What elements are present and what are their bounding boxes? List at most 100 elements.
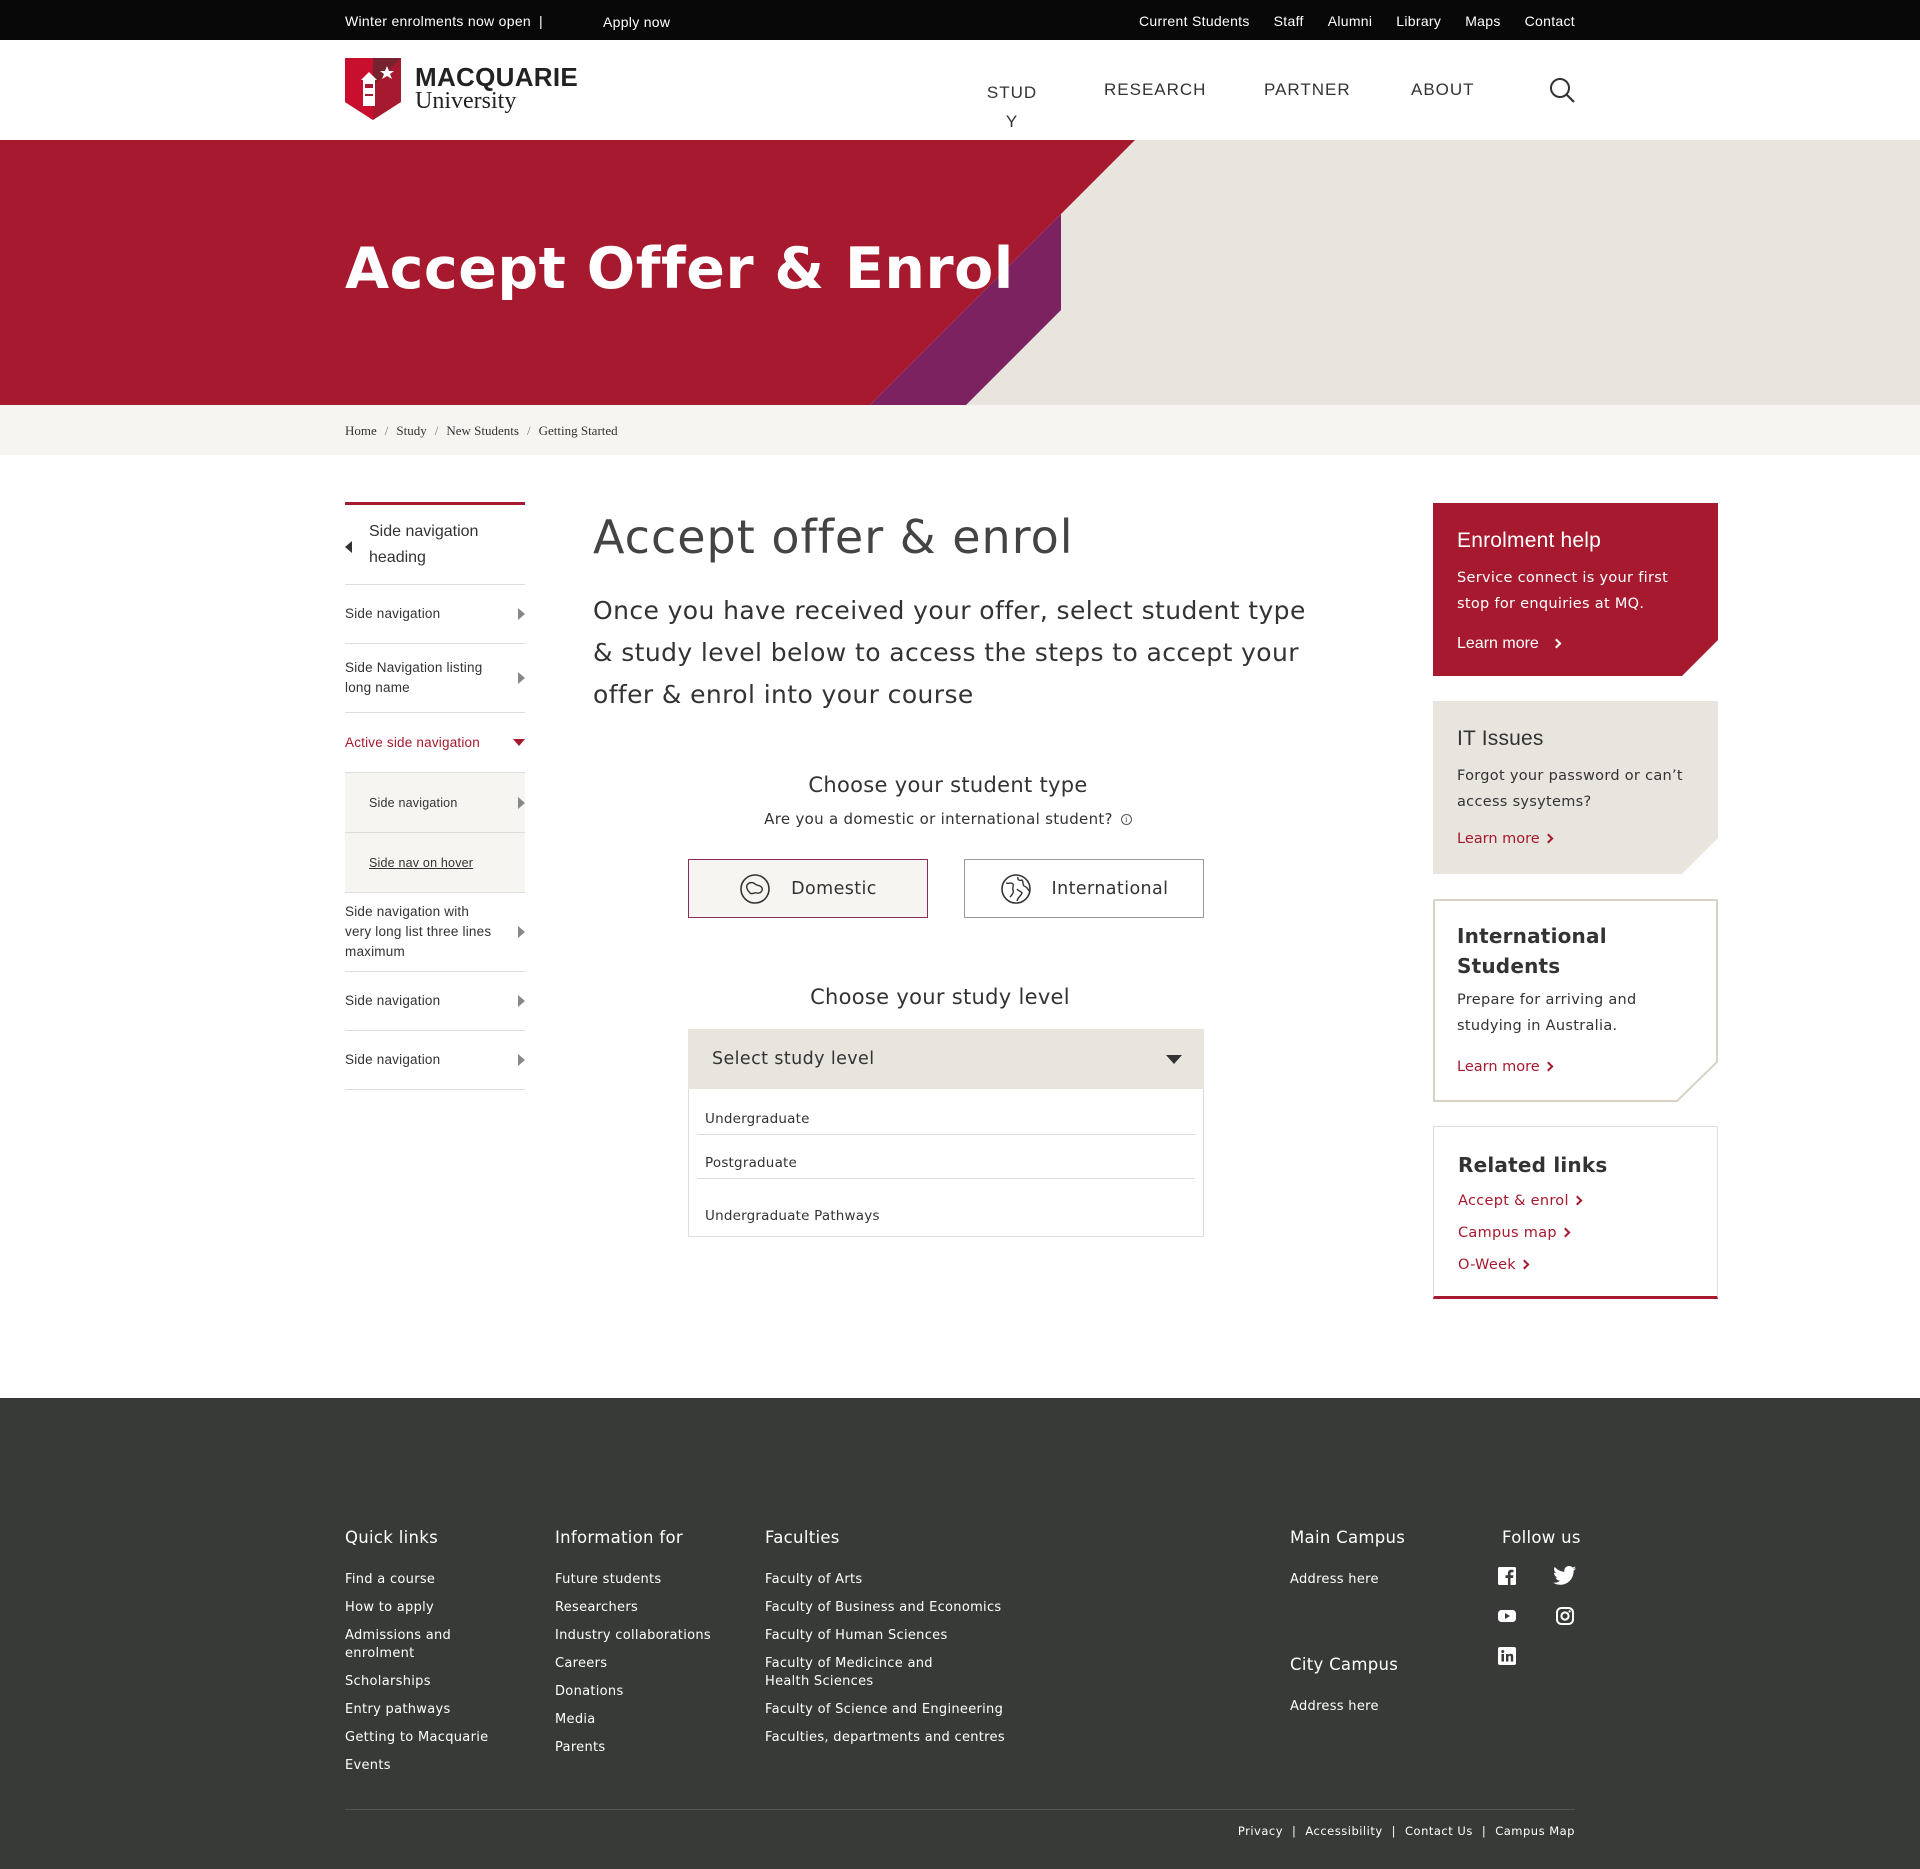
side-nav-item[interactable]: Side navigation with very long list thre… <box>345 893 525 972</box>
breadcrumb-separator: / <box>384 423 389 438</box>
footer-address: Address here <box>1290 1699 1379 1714</box>
option-undergraduate-pathways[interactable]: Undergraduate Pathways <box>697 1208 1195 1224</box>
footer-link[interactable]: Faculties, departments and centres <box>765 1729 1035 1747</box>
footer-link[interactable]: Find a course <box>345 1571 505 1589</box>
footer-link[interactable]: Media <box>555 1711 755 1729</box>
facebook-icon[interactable] <box>1497 1566 1517 1586</box>
related-link-label: Campus map <box>1458 1225 1557 1241</box>
footer-link[interactable]: Faculty of Arts <box>765 1571 1035 1589</box>
footer-follow-us: Follow us <box>1502 1528 1602 1571</box>
option-postgraduate[interactable]: Postgraduate <box>697 1155 1195 1171</box>
youtube-icon[interactable] <box>1497 1606 1517 1626</box>
card-title: Enrolment help <box>1457 529 1602 552</box>
footer-link[interactable]: Scholarships <box>345 1673 505 1691</box>
info-icon[interactable]: i <box>1120 814 1132 825</box>
footer-link[interactable]: Faculty of Human Sciences <box>765 1627 1035 1645</box>
chevron-right-icon <box>1551 638 1562 649</box>
globe-oceania-icon <box>740 873 770 904</box>
nav-partner[interactable]: PARTNER <box>1264 80 1351 100</box>
it-issues-learn-more[interactable]: Learn more <box>1457 831 1554 847</box>
footer-link[interactable]: Industry collaborations <box>555 1627 755 1645</box>
footer-link[interactable]: Events <box>345 1757 505 1775</box>
footer-link[interactable]: Future students <box>555 1571 755 1589</box>
university-logo[interactable]: MACQUARIE University <box>345 58 578 120</box>
footer-link[interactable]: Donations <box>555 1683 755 1701</box>
side-nav-item[interactable]: Side navigation <box>345 972 525 1031</box>
side-nav-item-label: Side navigation <box>369 796 458 810</box>
international-learn-more[interactable]: Learn more <box>1457 1059 1554 1075</box>
side-nav-subitem[interactable]: Side navigation <box>345 773 525 833</box>
utility-link-maps[interactable]: Maps <box>1465 13 1500 29</box>
related-link-campus-map[interactable]: Campus map <box>1458 1225 1571 1241</box>
side-nav-heading[interactable]: Side navigation heading <box>345 505 525 585</box>
utility-nav: Current Students Staff Alumni Library Ma… <box>1139 13 1575 29</box>
side-nav-item-active[interactable]: Active side navigation <box>345 713 525 773</box>
domestic-button[interactable]: Domestic <box>688 859 928 918</box>
learn-more-label: Learn more <box>1457 635 1539 652</box>
instagram-icon[interactable] <box>1555 1606 1575 1626</box>
chevron-right-icon <box>518 796 525 809</box>
footer-link[interactable]: Faculty of Science and Engineering <box>765 1701 1035 1719</box>
apply-now-link[interactable]: Apply now <box>603 14 670 30</box>
footer-link[interactable]: Faculty of Business and Economics <box>765 1599 1035 1617</box>
utility-link-alumni[interactable]: Alumni <box>1328 13 1373 29</box>
footer-heading: City Campus <box>1290 1655 1399 1674</box>
chevron-right-icon <box>1543 1061 1554 1072</box>
chevron-right-icon <box>518 1054 525 1066</box>
logo-wordmark: MACQUARIE University <box>415 64 578 113</box>
breadcrumb-new-students[interactable]: New Students <box>446 423 519 439</box>
side-nav-item[interactable]: Side Navigation listing long name <box>345 644 525 713</box>
side-nav-item-label: Active side navigation <box>345 735 480 750</box>
linkedin-icon[interactable] <box>1497 1646 1517 1666</box>
nav-research[interactable]: RESEARCH <box>1104 80 1206 100</box>
international-button[interactable]: International <box>964 859 1204 918</box>
utility-link-staff[interactable]: Staff <box>1274 13 1304 29</box>
related-link-o-week[interactable]: O-Week <box>1458 1257 1530 1273</box>
related-link-accept-enrol[interactable]: Accept & enrol <box>1458 1193 1583 1209</box>
nav-study[interactable]: STUDY <box>986 78 1038 136</box>
site-footer: Quick links Find a course How to apply A… <box>0 1398 1920 1869</box>
side-nav-item[interactable]: Side navigation <box>345 585 525 644</box>
footer-heading: Quick links <box>345 1528 438 1547</box>
footer-main-campus: Main Campus Address here <box>1290 1528 1450 1599</box>
footer-heading: Follow us <box>1502 1528 1581 1547</box>
footer-separator: | <box>1481 1824 1487 1838</box>
chevron-right-icon <box>1560 1227 1571 1238</box>
footer-link[interactable]: Careers <box>555 1655 755 1673</box>
student-type-subtitle: Are you a domestic or international stud… <box>688 810 1208 828</box>
footer-accessibility-link[interactable]: Accessibility <box>1305 1824 1382 1838</box>
footer-link[interactable]: Admissions and enrolment <box>345 1627 505 1663</box>
search-icon[interactable] <box>1548 76 1576 104</box>
enrolment-help-learn-more[interactable]: Learn more <box>1457 635 1562 653</box>
domestic-label: Domestic <box>791 878 877 899</box>
breadcrumb-study[interactable]: Study <box>396 423 426 439</box>
international-label: International <box>1051 878 1169 899</box>
breadcrumb-home[interactable]: Home <box>345 423 377 439</box>
footer-link[interactable]: Parents <box>555 1739 755 1757</box>
utility-link-contact[interactable]: Contact <box>1525 13 1575 29</box>
footer-link[interactable]: Entry pathways <box>345 1701 505 1719</box>
footer-divider <box>345 1809 1575 1810</box>
study-level-select[interactable]: Select study level <box>688 1029 1204 1089</box>
utility-link-current-students[interactable]: Current Students <box>1139 13 1250 29</box>
learn-more-label: Learn more <box>1457 1059 1540 1075</box>
related-link-label: O-Week <box>1458 1257 1516 1273</box>
card-title: International Students <box>1457 924 1607 978</box>
related-link-label: Accept & enrol <box>1458 1193 1569 1209</box>
side-nav-item[interactable]: Side navigation <box>345 1031 525 1090</box>
it-issues-card: IT Issues Forgot your password or can’t … <box>1433 701 1718 874</box>
footer-link[interactable]: Researchers <box>555 1599 755 1617</box>
option-undergraduate[interactable]: Undergraduate <box>697 1111 1195 1127</box>
footer-link[interactable]: Faculty of Medicince and Health Sciences <box>765 1655 955 1691</box>
twitter-icon[interactable] <box>1553 1566 1577 1586</box>
footer-link[interactable]: Getting to Macquarie <box>345 1729 505 1747</box>
utility-link-library[interactable]: Library <box>1396 13 1441 29</box>
nav-about[interactable]: ABOUT <box>1411 80 1475 100</box>
footer-privacy-link[interactable]: Privacy <box>1238 1824 1283 1838</box>
footer-legal-links: Privacy | Accessibility | Contact Us | Camp… <box>1238 1824 1575 1838</box>
footer-contact-link[interactable]: Contact Us <box>1405 1824 1473 1838</box>
footer-campus-map-link[interactable]: Campus Map <box>1495 1824 1575 1838</box>
side-nav-subitem-hover[interactable]: Side nav on hover <box>345 833 525 893</box>
footer-link[interactable]: How to apply <box>345 1599 505 1617</box>
back-arrow-icon <box>345 541 352 553</box>
